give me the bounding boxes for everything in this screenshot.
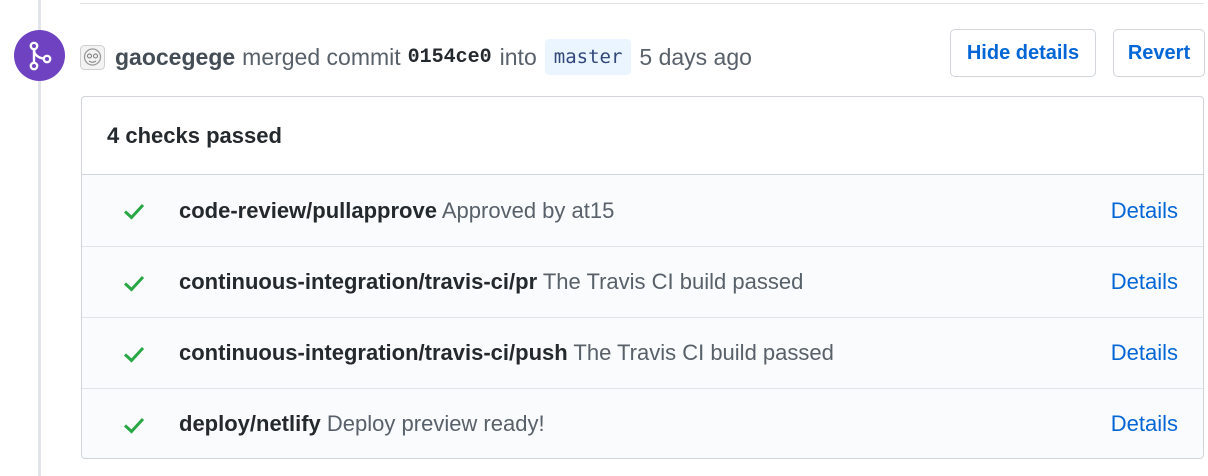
check-name: code-review/pullapprove — [179, 197, 437, 223]
details-link[interactable]: Details — [1111, 411, 1178, 437]
check-context: code-review/pullapprove Approved by at15 — [179, 198, 614, 224]
branch-label[interactable]: master — [544, 39, 632, 75]
revert-button[interactable]: Revert — [1113, 29, 1205, 77]
timestamp[interactable]: 5 days ago — [639, 44, 752, 71]
git-merge-icon — [29, 41, 51, 70]
check-name: deploy/netlify — [179, 411, 321, 436]
check-name: continuous-integration/travis-ci/pr — [179, 269, 538, 294]
event-action-text: merged commit — [242, 43, 401, 70]
details-link[interactable]: Details — [1111, 340, 1178, 366]
into-text: into — [499, 43, 537, 70]
check-row: deploy/netlify Deploy preview ready! Det… — [82, 388, 1203, 458]
check-row: code-review/pullapprove Approved by at15… — [82, 175, 1203, 246]
check-row: continuous-integration/travis-ci/pr The … — [82, 246, 1203, 317]
checks-panel: 4 checks passed code-review/pullapprove … — [81, 96, 1204, 459]
check-icon — [123, 203, 145, 220]
check-context: continuous-integration/travis-ci/push Th… — [179, 340, 834, 366]
details-link[interactable]: Details — [1111, 269, 1178, 295]
check-row: continuous-integration/travis-ci/push Th… — [82, 317, 1203, 388]
divider — [80, 0, 1204, 4]
check-description: Deploy preview ready! — [326, 411, 545, 436]
author-link[interactable]: gaocegege — [115, 44, 235, 71]
check-context: deploy/netlify Deploy preview ready! — [179, 411, 545, 437]
check-description: The Travis CI build passed — [573, 340, 834, 365]
merge-event: gaocegege merged commit 0154ce0 into mas… — [80, 34, 752, 80]
checks-list: code-review/pullapprove Approved by at15… — [82, 175, 1203, 458]
check-description: Approved by at15 — [441, 197, 615, 223]
check-icon — [123, 417, 145, 434]
avatar[interactable] — [80, 44, 105, 70]
check-description: The Travis CI build passed — [542, 269, 804, 294]
hide-details-button[interactable]: Hide details — [950, 29, 1096, 77]
check-icon — [123, 275, 145, 292]
checks-summary: 4 checks passed — [82, 97, 1203, 175]
check-icon — [123, 346, 145, 363]
check-context: continuous-integration/travis-ci/pr The … — [179, 269, 803, 295]
merge-badge — [14, 30, 65, 81]
details-link[interactable]: Details — [1111, 198, 1178, 224]
check-name: continuous-integration/travis-ci/push — [179, 340, 568, 365]
commit-sha-link[interactable]: 0154ce0 — [408, 46, 492, 69]
